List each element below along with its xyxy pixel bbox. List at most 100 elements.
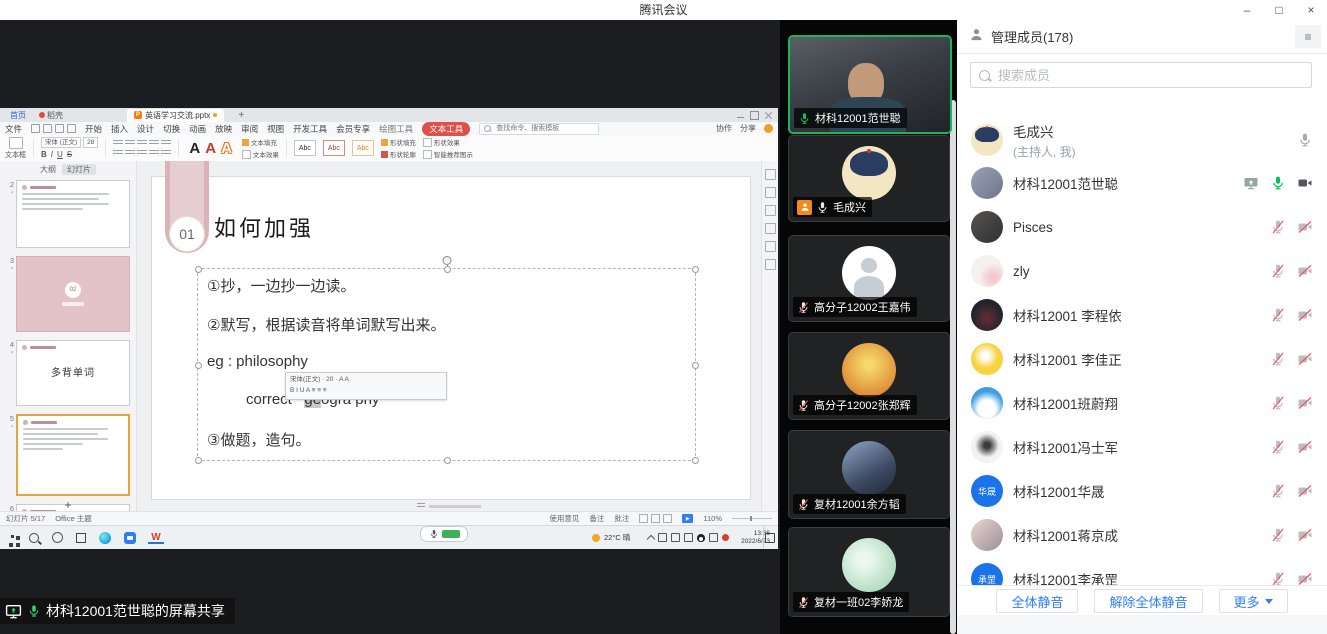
resize-handle bbox=[195, 457, 202, 464]
thumb-title-bar bbox=[31, 421, 57, 424]
video-tile[interactable]: 材科12001范世聪 bbox=[788, 35, 952, 134]
member-search-box[interactable] bbox=[970, 62, 1312, 88]
wps-menu-item: 放映 bbox=[215, 123, 232, 135]
panel-menu-button[interactable]: ≡ bbox=[1295, 25, 1321, 48]
cam-muted-icon[interactable] bbox=[1297, 439, 1313, 455]
unsaved-dot-icon bbox=[213, 113, 217, 117]
minimize-button[interactable]: – bbox=[1231, 0, 1263, 20]
member-panel-header: 管理成员(178) bbox=[957, 20, 1327, 54]
member-row[interactable]: 材科12001范世聪 bbox=[957, 161, 1327, 205]
cam-muted-icon[interactable] bbox=[1297, 395, 1313, 411]
cam-dark-icon[interactable] bbox=[1297, 175, 1313, 191]
thumbnail-row: 3⋆02 bbox=[2, 256, 130, 332]
shape-outline-icon bbox=[381, 151, 388, 158]
screen-icon[interactable] bbox=[1243, 175, 1259, 191]
member-panel: 管理成员(178) ≡ 毛成兴(主持人, 我)材科12001范世聪Piscesz… bbox=[957, 20, 1327, 634]
smart-diagram-icon bbox=[423, 150, 432, 159]
cam-muted-icon[interactable] bbox=[1297, 219, 1313, 235]
rotate-handle bbox=[442, 256, 451, 265]
video-tile[interactable]: 复材12001余方韬 bbox=[788, 430, 950, 519]
resize-handle bbox=[444, 457, 451, 464]
avatar bbox=[971, 167, 1003, 199]
avatar: 承罡 bbox=[971, 563, 1003, 585]
font-size-select: 28 bbox=[83, 137, 98, 148]
wps-menu-item: 动画 bbox=[189, 123, 206, 135]
tile-name-bar: 毛成兴 bbox=[793, 197, 872, 217]
mute-all-button[interactable]: 全体静音 bbox=[996, 589, 1078, 613]
slide-thumbnail[interactable] bbox=[16, 180, 130, 248]
member-row[interactable]: 材科12001冯士军 bbox=[957, 425, 1327, 469]
strike-icon: S bbox=[67, 150, 72, 159]
slide-thumbnail[interactable]: 多背单词 bbox=[16, 340, 130, 406]
screen-share-view[interactable]: 首页 稻壳 P 英语学习交流.pptx + 文件 开始插入设计 bbox=[0, 20, 780, 634]
slide-thumbnail[interactable]: 02 bbox=[16, 256, 130, 332]
tray-speaker-icon bbox=[671, 533, 680, 542]
theme-name: Office 主题 bbox=[55, 513, 92, 524]
wps-menu-items: 开始插入设计切换动画放映审阅视图开发工具会员专享 bbox=[85, 123, 370, 135]
cam-muted-icon[interactable] bbox=[1297, 483, 1313, 499]
strip-scrollbar[interactable] bbox=[950, 100, 956, 634]
mic-muted-icon[interactable] bbox=[1270, 219, 1286, 235]
mic-icon bbox=[429, 529, 439, 539]
video-tile[interactable]: 高分子12002张郑辉 bbox=[788, 332, 950, 420]
member-name: 材科12001班蔚翔 bbox=[1013, 393, 1118, 413]
mic-muted-icon[interactable] bbox=[1270, 439, 1286, 455]
slide-thumbnail[interactable] bbox=[16, 414, 130, 496]
mic-muted-icon[interactable] bbox=[1270, 571, 1286, 585]
member-name: 材科12001李承罡 bbox=[1013, 569, 1118, 585]
resize-handle bbox=[444, 266, 451, 273]
wps-minimize-icon bbox=[737, 113, 744, 118]
member-row[interactable]: 材科12001 李程依 bbox=[957, 293, 1327, 337]
system-tray bbox=[648, 526, 729, 549]
thumb-icon bbox=[23, 420, 28, 425]
member-row[interactable]: 材科12001班蔚翔 bbox=[957, 381, 1327, 425]
video-tile[interactable]: 复材一班02李娇龙 bbox=[788, 527, 950, 617]
unmute-all-button[interactable]: 解除全体静音 bbox=[1094, 589, 1202, 613]
wps-new-tab-button: + bbox=[238, 110, 244, 121]
mic-muted-icon[interactable] bbox=[1270, 483, 1286, 499]
more-button[interactable]: 更多 bbox=[1219, 589, 1288, 613]
mic-green-icon[interactable] bbox=[1270, 175, 1286, 191]
chevron-down-icon bbox=[1265, 599, 1273, 604]
member-row[interactable]: Pisces bbox=[957, 205, 1327, 249]
mic-muted-icon[interactable] bbox=[1270, 351, 1286, 367]
cam-muted-icon[interactable] bbox=[1297, 307, 1313, 323]
close-button[interactable]: × bbox=[1295, 0, 1327, 20]
side-tool-icon bbox=[765, 169, 776, 180]
wordart-red-icon: A bbox=[205, 140, 216, 157]
tile-name-bar: 材科12001范世聪 bbox=[794, 108, 907, 128]
member-row[interactable]: zly bbox=[957, 249, 1327, 293]
member-status-icons bbox=[1270, 351, 1313, 367]
member-row[interactable]: 华晟材科12001华晟 bbox=[957, 469, 1327, 513]
share-indicator-text: 材科12001范世聪的屏幕共享 bbox=[46, 601, 225, 621]
wps-window-controls bbox=[737, 111, 775, 120]
wps-statusbar: 幻灯片 5/17 Office 主题 使用意见 备注 批注 ▶ 110% bbox=[0, 511, 778, 525]
slideshow-play-icon: ▶ bbox=[682, 514, 693, 523]
mic-gray-icon[interactable] bbox=[1297, 132, 1313, 148]
start-icon bbox=[8, 535, 14, 541]
shape-fill-icon bbox=[381, 139, 388, 146]
cam-muted-icon[interactable] bbox=[1297, 351, 1313, 367]
member-row[interactable]: 承罡材科12001李承罡 bbox=[957, 557, 1327, 585]
member-search-input[interactable] bbox=[996, 67, 1303, 84]
member-row[interactable]: 材科12001蒋京成 bbox=[957, 513, 1327, 557]
video-tile[interactable]: 高分子12002王嘉伟 bbox=[788, 235, 950, 322]
maximize-button[interactable]: □ bbox=[1263, 0, 1295, 20]
mic-muted-icon[interactable] bbox=[1270, 527, 1286, 543]
member-info: 材科12001 李程依 bbox=[1013, 305, 1122, 325]
mic-muted-icon[interactable] bbox=[1270, 307, 1286, 323]
member-row[interactable]: 毛成兴(主持人, 我) bbox=[957, 116, 1327, 164]
member-row[interactable]: 材科12001 李佳正 bbox=[957, 337, 1327, 381]
video-tile[interactable]: 毛成兴 bbox=[788, 135, 950, 222]
screen-share-icon bbox=[5, 603, 22, 620]
participant-name: 复材一班02李娇龙 bbox=[814, 594, 903, 610]
shared-wps-window: 首页 稻壳 P 英语学习交流.pptx + 文件 开始插入设计 bbox=[0, 108, 778, 525]
mic-muted-icon[interactable] bbox=[1270, 395, 1286, 411]
cam-muted-icon[interactable] bbox=[1297, 571, 1313, 585]
slide-number: 5⋆ bbox=[2, 414, 14, 496]
mic-muted-icon[interactable] bbox=[1270, 263, 1286, 279]
wps-document-tab: P 英语学习交流.pptx bbox=[127, 109, 224, 122]
cam-muted-icon[interactable] bbox=[1297, 527, 1313, 543]
cam-muted-icon[interactable] bbox=[1297, 263, 1313, 279]
avatar bbox=[971, 299, 1003, 331]
